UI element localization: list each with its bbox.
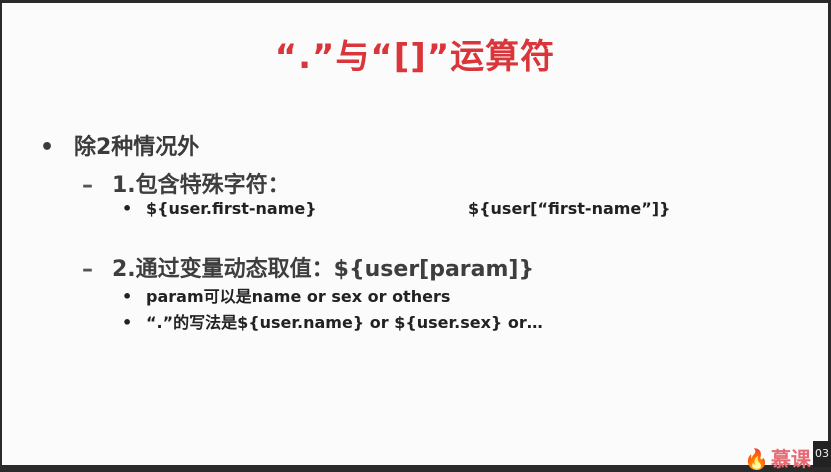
list-item: • “.”的写法是${user.name} or ${user.sex} or… bbox=[122, 309, 543, 333]
sub-bullet-2-text: 2.通过变量动态取值：${user[param]} bbox=[112, 257, 535, 282]
bullet-dot-icon: • bbox=[122, 313, 133, 332]
logo-text: 慕课 bbox=[770, 447, 811, 471]
bullet-dot-icon: • bbox=[122, 287, 133, 306]
slide: “.”与“[]”运算符 • 除2种情况外 –1.包含特殊字符： • ${user.f… bbox=[2, 3, 828, 471]
timecode: 03 bbox=[813, 441, 831, 467]
video-frame: “.”与“[]”运算符 • 除2种情况外 –1.包含特殊字符： • ${user.f… bbox=[0, 0, 831, 471]
bullet-dot-icon: • bbox=[122, 199, 133, 218]
code-bracket-notation: ${user[“first-name”]} bbox=[468, 199, 671, 218]
sub-bullet-1: –1.包含特殊字符： bbox=[82, 167, 290, 199]
sub-bullet-2: –2.通过变量动态取值：${user[param]} bbox=[82, 251, 534, 283]
list-item-text: param可以是name or sex or others bbox=[146, 287, 451, 306]
sub-bullet-1-text: 1.包含特殊字符： bbox=[112, 173, 290, 198]
imooc-logo: 🔥 慕课 bbox=[744, 443, 811, 472]
code-item: ${user[“first-name”]} bbox=[468, 199, 671, 218]
bullet-dot-icon: • bbox=[40, 135, 55, 160]
bullet-text: 除2种情况外 bbox=[74, 135, 200, 160]
list-item-text: “.”的写法是${user.name} or ${user.sex} or… bbox=[146, 313, 543, 332]
code-item: • ${user.first-name} bbox=[122, 199, 317, 218]
dash-icon: – bbox=[82, 257, 93, 282]
list-item: • param可以是name or sex or others bbox=[122, 283, 450, 307]
dash-icon: – bbox=[82, 173, 93, 198]
code-dot-notation: ${user.first-name} bbox=[146, 199, 317, 218]
slide-title: “.”与“[]”运算符 bbox=[274, 37, 556, 77]
bullet-item: • 除2种情况外 bbox=[40, 129, 199, 161]
flame-icon: 🔥 bbox=[744, 447, 769, 471]
